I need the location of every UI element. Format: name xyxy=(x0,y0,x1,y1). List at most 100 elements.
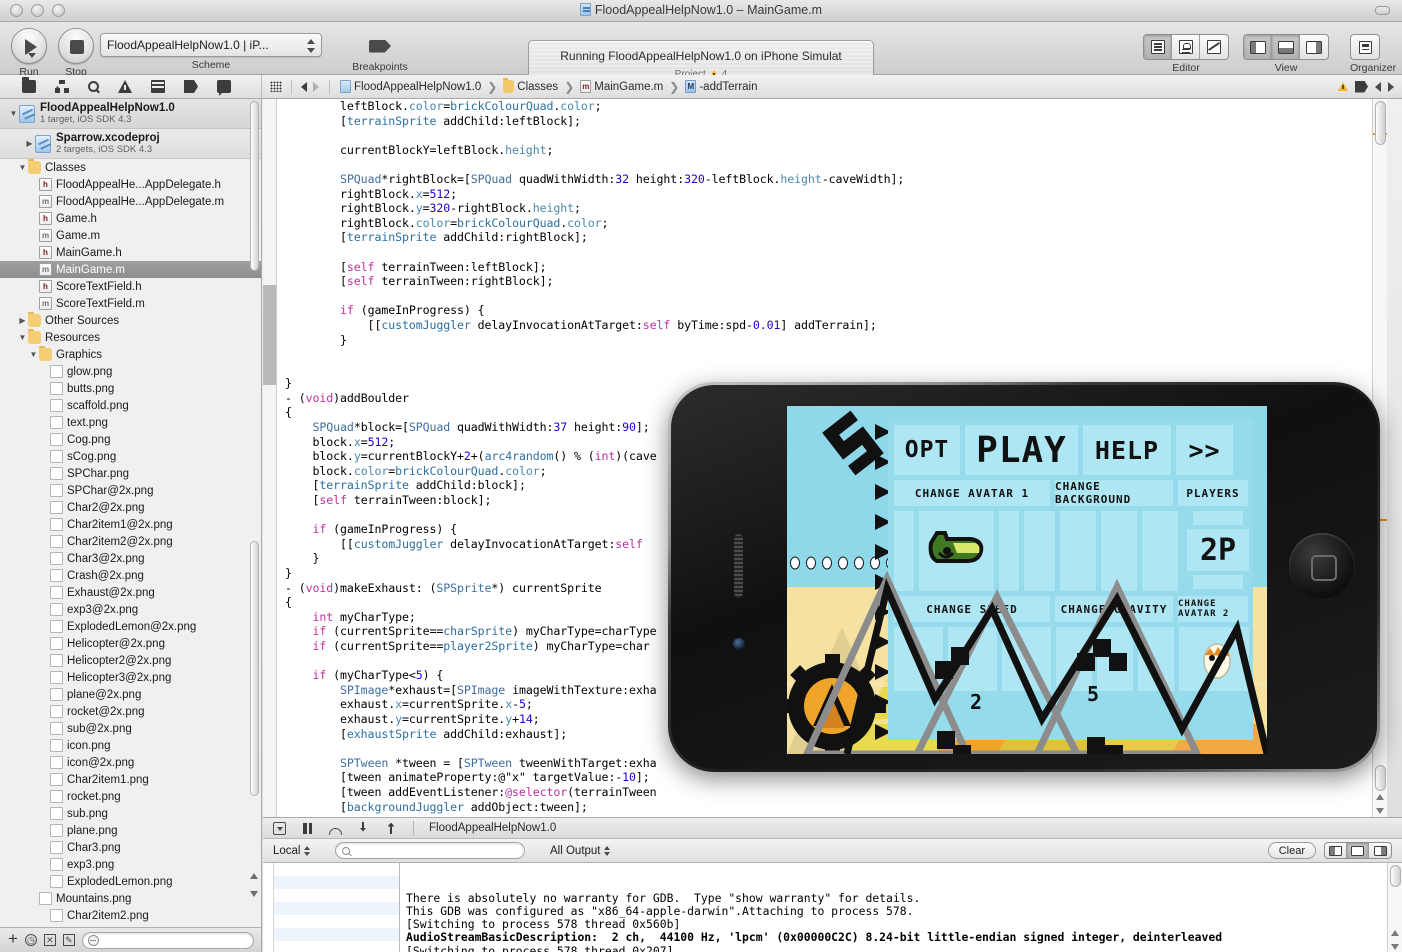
game-button-opt[interactable]: OPT xyxy=(894,425,960,475)
output-scope-selector[interactable]: All Output xyxy=(550,844,611,858)
scroll-arrows-icon[interactable] xyxy=(1376,794,1385,814)
scroll-arrows-icon[interactable] xyxy=(250,873,259,897)
navigator-subproject-row[interactable]: Sparrow.xcodeproj2 targets, iOS SDK 4.3 xyxy=(0,129,261,159)
scrollbar-thumb[interactable] xyxy=(1390,865,1401,887)
navigator-file-row[interactable]: Mountains.png xyxy=(0,890,261,907)
stop-button[interactable] xyxy=(58,28,94,64)
unsaved-filter-icon[interactable]: ✎ xyxy=(63,934,75,946)
navigator-file-row[interactable]: icon.png xyxy=(0,737,261,754)
show-both-button[interactable] xyxy=(1347,843,1369,858)
navigator-file-row[interactable]: Char2item1@2x.png xyxy=(0,516,261,533)
editor-gutter[interactable] xyxy=(263,99,277,817)
breakpoint-navigator-icon[interactable] xyxy=(184,80,198,93)
debug-view-segmented[interactable] xyxy=(1324,842,1392,859)
iphone-simulator-window[interactable]: OPT PLAY HELP >> CHANGE AVATAR 1 CHANGE … xyxy=(668,382,1380,772)
scrollbar-thumb-lower[interactable] xyxy=(250,541,259,796)
variables-view[interactable] xyxy=(263,863,400,952)
navigator-group-row[interactable]: Classes xyxy=(0,159,261,176)
navigator-file-row[interactable]: ExplodedLemon.png xyxy=(0,873,261,890)
toggle-navigator-button[interactable] xyxy=(1244,35,1272,59)
scroll-arrows-icon[interactable] xyxy=(1391,930,1400,950)
navigator-file-row[interactable]: Char2item2.png xyxy=(0,907,261,924)
disclosure-triangle[interactable] xyxy=(17,333,28,342)
navigator-file-row[interactable]: Char2@2x.png xyxy=(0,499,261,516)
navigator-file-row[interactable]: icon@2x.png xyxy=(0,754,261,771)
game-button-next[interactable]: >> xyxy=(1176,425,1233,475)
breakpoints-button[interactable] xyxy=(363,33,397,59)
navigator-file-row[interactable]: rocket@2x.png xyxy=(0,703,261,720)
breadcrumb-item-file[interactable]: m MainGame.m xyxy=(580,80,663,93)
navigator-file-row[interactable]: exp3.png xyxy=(0,856,261,873)
navigator-file-row[interactable]: exp3@2x.png xyxy=(0,601,261,618)
scrollbar-thumb[interactable] xyxy=(1375,101,1386,145)
show-variables-button[interactable] xyxy=(1325,843,1347,858)
step-out-icon[interactable] xyxy=(385,822,398,835)
variables-scope-selector[interactable]: Local xyxy=(263,844,335,858)
navigator-file-row[interactable]: Char3@2x.png xyxy=(0,550,261,567)
navigator-file-row[interactable]: Cog.png xyxy=(0,431,261,448)
breadcrumb-item-classes[interactable]: Classes xyxy=(503,80,558,93)
game-button-change-gravity[interactable]: CHANGE GRAVITY xyxy=(1055,596,1173,622)
game-button-play[interactable]: PLAY xyxy=(965,425,1078,475)
clear-console-button[interactable]: Clear xyxy=(1268,842,1316,859)
step-over-icon[interactable] xyxy=(329,828,342,835)
navigator-file-row[interactable]: Helicopter2@2x.png xyxy=(0,652,261,669)
navigator-file-row[interactable]: Char3.png xyxy=(0,839,261,856)
navigator-scrollbar[interactable] xyxy=(250,101,259,781)
navigator-file-row[interactable]: sub.png xyxy=(0,805,261,822)
avatar2-preview[interactable] xyxy=(1179,627,1249,691)
navigator-group-row[interactable]: Graphics xyxy=(0,346,261,363)
scrollbar-thumb[interactable] xyxy=(250,101,259,271)
issue-navigator-icon[interactable] xyxy=(118,80,132,93)
gravity-cells[interactable] xyxy=(1056,627,1174,691)
warning-triangle-icon[interactable] xyxy=(1338,82,1348,91)
editor-standard-button[interactable] xyxy=(1144,35,1172,59)
test-navigator-icon[interactable] xyxy=(151,80,165,93)
game-button-change-avatar-1[interactable]: CHANGE AVATAR 1 xyxy=(894,480,1050,506)
related-items-icon[interactable] xyxy=(270,81,282,92)
navigator-file-row[interactable]: glow.png xyxy=(0,363,261,380)
navigator-file-row[interactable]: mGame.m xyxy=(0,227,261,244)
navigator-file-row[interactable]: mMainGame.m xyxy=(0,261,261,278)
breadcrumb-item-project[interactable]: FloodAppealHelpNow1.0 xyxy=(340,80,481,93)
navigator-file-row[interactable]: plane.png xyxy=(0,822,261,839)
project-navigator[interactable]: FloodAppealHelpNow1.01 target, iOS SDK 4… xyxy=(0,99,262,927)
toolbar-toggle-button[interactable] xyxy=(1375,6,1390,15)
game-button-players[interactable]: PLAYERS xyxy=(1178,480,1248,506)
speed-cells[interactable] xyxy=(894,627,1051,691)
add-button[interactable]: + xyxy=(8,939,18,942)
navigator-file-row[interactable]: sCog.png xyxy=(0,448,261,465)
navigator-file-row[interactable]: mScoreTextField.m xyxy=(0,295,261,312)
navigator-file-row[interactable]: SPChar@2x.png xyxy=(0,482,261,499)
editor-assistant-button[interactable] xyxy=(1172,35,1200,59)
navigator-file-row[interactable]: hMainGame.h xyxy=(0,244,261,261)
navigator-file-row[interactable]: rocket.png xyxy=(0,788,261,805)
project-navigator-icon[interactable] xyxy=(22,80,36,93)
debug-area[interactable]: There is absolutely no warranty for GDB.… xyxy=(263,863,1402,952)
navigator-file-row[interactable]: Char2item2@2x.png xyxy=(0,533,261,550)
navigator-group-row[interactable]: Other Sources xyxy=(0,312,261,329)
toggle-utilities-button[interactable] xyxy=(1300,35,1328,59)
navigator-file-row[interactable]: Crash@2x.png xyxy=(0,567,261,584)
game-button-change-background[interactable]: CHANGE BACKGROUND xyxy=(1055,480,1173,506)
navigator-file-row[interactable]: sub@2x.png xyxy=(0,720,261,737)
navigator-file-row[interactable]: scaffold.png xyxy=(0,397,261,414)
run-menu-arrow-icon[interactable] xyxy=(28,53,36,58)
symbol-navigator-icon[interactable] xyxy=(55,80,69,93)
next-issue-arrow-icon[interactable] xyxy=(1388,82,1394,92)
navigator-group-row[interactable]: Resources xyxy=(0,329,261,346)
navigator-project-row[interactable]: FloodAppealHelpNow1.01 target, iOS SDK 4… xyxy=(0,99,261,129)
console-scrollbar[interactable] xyxy=(1387,863,1402,952)
step-into-icon[interactable] xyxy=(357,822,370,835)
home-button[interactable] xyxy=(1289,533,1355,599)
simulator-screen[interactable]: OPT PLAY HELP >> CHANGE AVATAR 1 CHANGE … xyxy=(787,406,1267,754)
game-menu-panel[interactable]: OPT PLAY HELP >> CHANGE AVATAR 1 CHANGE … xyxy=(888,419,1253,740)
navigator-file-row[interactable]: hFloodAppealHe...AppDelegate.h xyxy=(0,176,261,193)
previous-issue-arrow-icon[interactable] xyxy=(1375,82,1381,92)
toggle-debug-area-button[interactable] xyxy=(1272,35,1300,59)
navigator-list[interactable]: FloodAppealHelpNow1.01 target, iOS SDK 4… xyxy=(0,99,261,924)
navigator-file-row[interactable]: mFloodAppealHe...AppDelegate.m xyxy=(0,193,261,210)
avatar1-preview-cells[interactable] xyxy=(894,511,1055,591)
game-screen[interactable]: OPT PLAY HELP >> CHANGE AVATAR 1 CHANGE … xyxy=(787,406,1267,754)
navigator-file-row[interactable]: Exhaust@2x.png xyxy=(0,584,261,601)
